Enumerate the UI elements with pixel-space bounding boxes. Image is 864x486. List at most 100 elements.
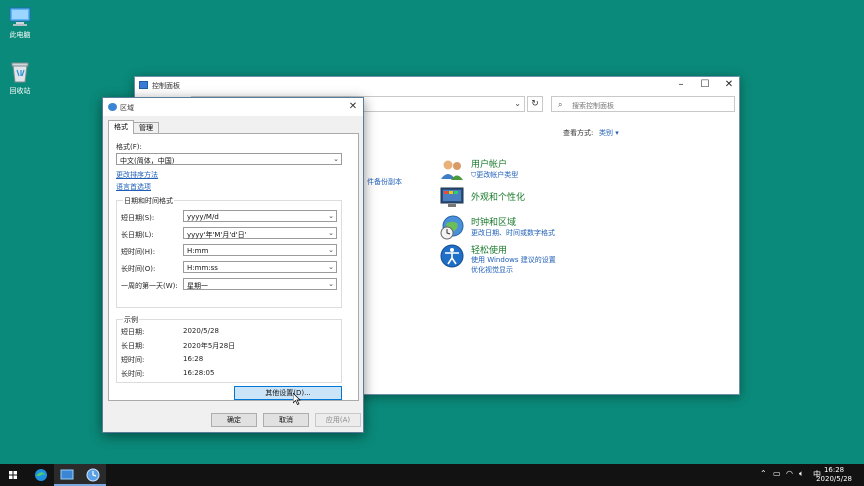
example-label: 长时间: [121,370,145,378]
computer-icon [9,7,31,26]
link-change-date-time-format[interactable]: 更改日期、时间或数字格式 [471,228,555,238]
refresh-button[interactable]: ↻ [527,96,543,112]
control-panel-icon [60,469,74,480]
dialog-title: 区域 [120,104,134,112]
desktop-icon-label: 回收站 [9,87,31,95]
ease-of-access-icon[interactable] [439,243,465,269]
long-date-label: 长日期(L): [121,231,154,239]
start-button[interactable] [0,464,26,486]
short-date-value: yyyy/M/d [187,213,219,221]
volume-icon[interactable]: 🔈︎ [799,469,804,479]
format-select[interactable]: 中文(简体，中国) ⌄ [116,153,342,165]
example-label: 长日期: [121,342,145,350]
tab-administrative[interactable]: 管理 [133,122,159,133]
category-title-clock-region[interactable]: 时钟和区域 [471,215,516,228]
example-value: 2020年5月28日 [183,342,236,350]
example-value: 16:28 [183,355,204,363]
edge-browser-icon [35,469,47,481]
battery-icon[interactable]: ▭ [773,469,781,478]
backup-link-partial[interactable]: 件备份副本 [367,177,402,187]
window-title: 控制面板 [152,82,180,90]
appearance-icon[interactable] [439,184,465,210]
group-title: 示例 [123,315,139,325]
clock-time: 16:28 [823,466,845,474]
example-label: 短日期: [121,328,145,336]
chevron-down-icon[interactable]: ⌄ [514,99,521,108]
taskbar-region[interactable] [80,464,106,486]
category-title-user-accounts[interactable]: 用户帐户 [471,157,507,170]
view-by-label: 查看方式: [563,129,594,137]
chevron-down-icon: ⌄ [328,229,334,237]
category-title-appearance[interactable]: 外观和个性化 [471,190,525,203]
system-clock[interactable]: 16:28 2020/5/28 [816,466,852,484]
control-panel-app-icon [139,81,148,89]
windows-logo-icon [9,471,17,479]
taskbar-edge[interactable] [28,464,54,486]
short-date-label: 短日期(S): [121,214,155,222]
chevron-down-icon: ⌄ [328,280,334,288]
group-title: 日期和时间格式 [123,196,174,206]
refresh-icon: ↻ [531,99,539,109]
examples-group: 示例 短日期: 2020/5/28 长日期: 2020年5月28日 短时间: 1… [116,315,342,383]
desktop-icon-label: 此电脑 [9,31,31,39]
long-date-select[interactable]: yyyy'年'M'月'd'日' ⌄ [183,227,337,239]
control-panel-titlebar[interactable]: 控制面板 – ☐ ✕ [135,77,739,93]
view-by-value: 类别 [599,129,613,137]
link-change-sort-method[interactable]: 更改排序方法 [116,170,158,180]
region-dialog: 区域 ✕ 格式 管理 格式(F): 中文(简体，中国) ⌄ 更改排序方法 语言首… [102,97,364,433]
desktop-icon-this-pc[interactable]: 此电脑 [0,6,40,40]
dropdown-arrow-icon: ▾ [615,129,619,137]
close-icon[interactable]: ✕ [346,100,360,114]
example-value: 2020/5/28 [183,327,219,335]
long-time-label: 长时间(O): [121,265,156,273]
chevron-down-icon: ⌄ [328,212,334,220]
short-time-value: H:mm [187,247,209,255]
link-language-preferences[interactable]: 语言首选项 [116,182,151,192]
maximize-button[interactable]: ☐ [693,78,717,92]
long-time-select[interactable]: H:mm:ss ⌄ [183,261,337,273]
datetime-format-group: 日期和时间格式 短日期(S): yyyy/M/d ⌄ 长日期(L): yyyy'… [116,196,342,308]
first-day-label: 一周的第一天(W): [121,282,178,290]
long-date-value: yyyy'年'M'月'd'日' [187,231,247,239]
search-placeholder: 搜索控制面板 [572,102,614,110]
mouse-cursor-icon [293,393,301,405]
formats-tab-panel: 格式(F): 中文(简体，中国) ⌄ 更改排序方法 语言首选项 日期和时间格式 … [108,133,359,401]
short-time-label: 短时间(H): [121,248,156,256]
link-recommended-settings[interactable]: 使用 Windows 建议的设置 [471,255,556,265]
apply-button[interactable]: 应用(A) [315,413,361,427]
example-value: 16:28:05 [183,369,215,377]
short-date-select[interactable]: yyyy/M/d ⌄ [183,210,337,222]
additional-settings-button[interactable]: 其他设置(D)... [234,386,342,400]
search-icon: ⌕ [558,100,563,109]
long-time-value: H:mm:ss [187,264,218,272]
user-accounts-icon[interactable] [439,157,465,183]
close-button[interactable]: ✕ [717,78,741,92]
minimize-button[interactable]: – [669,78,693,92]
example-label: 短时间: [121,356,145,364]
link-label: 更改帐户类型 [476,171,519,179]
format-label: 格式(F): [116,143,142,151]
view-by-dropdown[interactable]: 类别 ▾ [599,128,619,138]
chevron-down-icon: ⌄ [328,246,334,254]
ok-button[interactable]: 确定 [211,413,257,427]
desktop-icon-recycle-bin[interactable]: 回收站 [0,60,40,96]
link-change-account-type[interactable]: ⛉更改帐户类型 [471,170,518,180]
first-day-select[interactable]: 星期一 ⌄ [183,278,337,290]
first-day-value: 星期一 [187,282,208,290]
taskbar-control-panel[interactable] [54,464,80,486]
region-dialog-titlebar[interactable]: 区域 ✕ [103,98,363,116]
region-globe-icon [108,103,117,111]
short-time-select[interactable]: H:mm ⌄ [183,244,337,256]
recycle-bin-icon [11,62,29,83]
link-optimize-visual-display[interactable]: 优化视觉显示 [471,265,513,275]
chevron-up-icon[interactable]: ⌃ [760,469,767,478]
clock-date: 2020/5/28 [816,475,852,483]
format-value: 中文(简体，中国) [120,157,175,165]
tab-formats[interactable]: 格式 [108,120,134,134]
chevron-down-icon: ⌄ [328,263,334,271]
clock-region-icon[interactable] [439,214,465,240]
cancel-button[interactable]: 取消 [263,413,309,427]
network-icon[interactable]: ◠ [786,469,793,478]
search-input[interactable]: ⌕ 搜索控制面板 [551,96,735,112]
chevron-down-icon: ⌄ [333,155,339,163]
